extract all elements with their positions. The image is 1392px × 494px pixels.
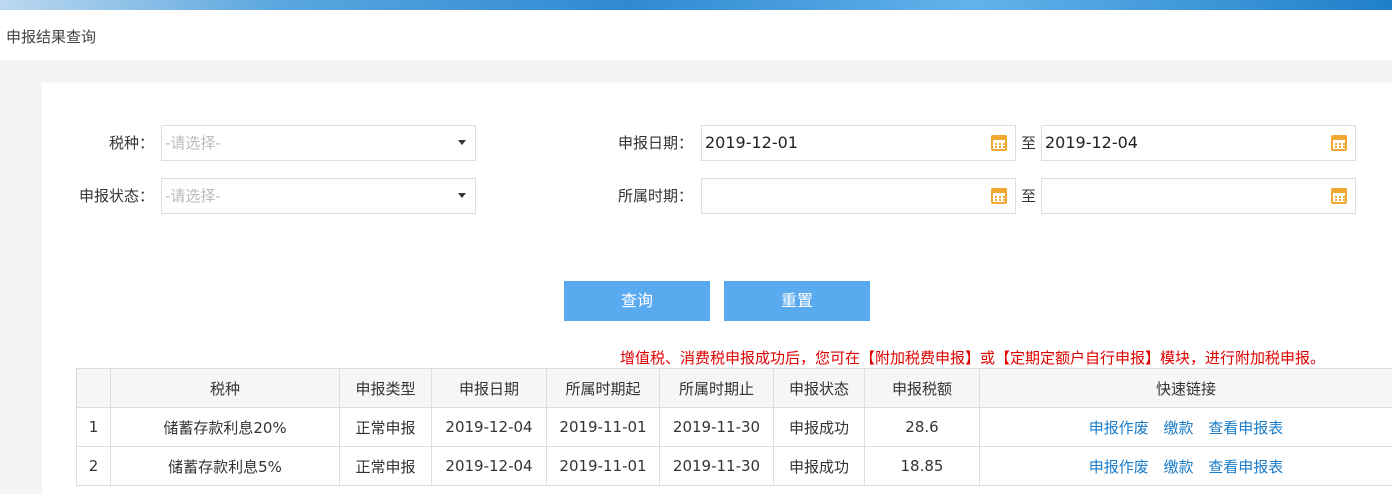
declare-date-from-input[interactable]: 2019-12-01 [701,125,1016,161]
pay-link[interactable]: 缴款 [1163,419,1193,437]
row-tax: 储蓄存款利息20% [110,407,340,447]
calendar-icon[interactable] [991,188,1007,204]
row-date: 2019-12-04 [431,446,547,486]
period-label: 所属时期： [618,187,694,205]
row-links: 申报作废 缴款 查看申报表 [979,407,1392,447]
tax-type-select[interactable]: -请选择- [161,125,476,161]
table-row: 2 储蓄存款利息5% 正常申报 2019-12-04 2019-11-01 20… [76,446,1392,486]
row-amount: 18.85 [864,446,980,486]
period-range-separator: 至 [1021,187,1037,205]
row-status: 申报成功 [773,407,865,447]
declare-date-from-value: 2019-12-01 [705,133,798,152]
pay-link[interactable]: 缴款 [1163,458,1193,476]
chevron-down-icon [458,140,466,145]
tax-type-placeholder: -请选择- [165,134,221,152]
declare-date-to-input[interactable]: 2019-12-04 [1041,125,1356,161]
results-table: 税种 申报类型 申报日期 所属时期起 所属时期止 申报状态 申报税额 快速链接 … [76,368,1392,486]
period-from-input[interactable] [701,178,1016,214]
row-date: 2019-12-04 [431,407,547,447]
reset-button[interactable]: 重置 [724,281,870,321]
table-row: 1 储蓄存款利息20% 正常申报 2019-12-04 2019-11-01 2… [76,407,1392,447]
notice-text: 增值税、消费税申报成功后，您可在【附加税费申报】或【定期定额户自行申报】模块，进… [620,349,1326,367]
calendar-icon[interactable] [1331,135,1347,151]
row-amount: 28.6 [864,407,980,447]
status-select[interactable]: -请选择- [161,178,476,214]
title-bar: 申报结果查询 [0,10,1392,60]
row-index: 1 [76,407,111,447]
status-placeholder: -请选择- [165,187,221,205]
view-form-link[interactable]: 查看申报表 [1208,419,1283,437]
row-links: 申报作废 缴款 查看申报表 [979,446,1392,486]
date-range-separator: 至 [1021,134,1037,152]
row-period-start: 2019-11-01 [546,446,660,486]
declare-date-label: 申报日期： [618,134,694,152]
column-header-tax: 税种 [110,368,340,408]
view-form-link[interactable]: 查看申报表 [1208,458,1283,476]
row-tax: 储蓄存款利息5% [110,446,340,486]
table-header-row: 税种 申报类型 申报日期 所属时期起 所属时期止 申报状态 申报税额 快速链接 [76,368,1392,408]
row-period-end: 2019-11-30 [659,407,774,447]
chevron-down-icon [458,193,466,198]
column-header-period-end: 所属时期止 [659,368,774,408]
row-type: 正常申报 [339,446,432,486]
column-header-links: 快速链接 [979,368,1392,408]
column-header-date: 申报日期 [431,368,547,408]
void-link[interactable]: 申报作废 [1089,419,1149,437]
row-period-end: 2019-11-30 [659,446,774,486]
column-header-index [76,368,111,408]
column-header-amount: 申报税额 [864,368,980,408]
row-period-start: 2019-11-01 [546,407,660,447]
query-button[interactable]: 查询 [564,281,710,321]
row-status: 申报成功 [773,446,865,486]
calendar-icon[interactable] [991,135,1007,151]
calendar-icon[interactable] [1331,188,1347,204]
column-header-status: 申报状态 [773,368,865,408]
page-title: 申报结果查询 [6,28,97,46]
status-label: 申报状态： [79,187,155,205]
row-index: 2 [76,446,111,486]
search-panel: 税种： -请选择- 申报日期： 2019-12-01 至 2019-12-04 … [42,83,1392,494]
tax-type-label: 税种： [109,134,155,152]
top-banner [0,0,1392,10]
period-to-input[interactable] [1041,178,1356,214]
column-header-period-start: 所属时期起 [546,368,660,408]
row-type: 正常申报 [339,407,432,447]
void-link[interactable]: 申报作废 [1089,458,1149,476]
declare-date-to-value: 2019-12-04 [1045,133,1138,152]
column-header-type: 申报类型 [339,368,432,408]
